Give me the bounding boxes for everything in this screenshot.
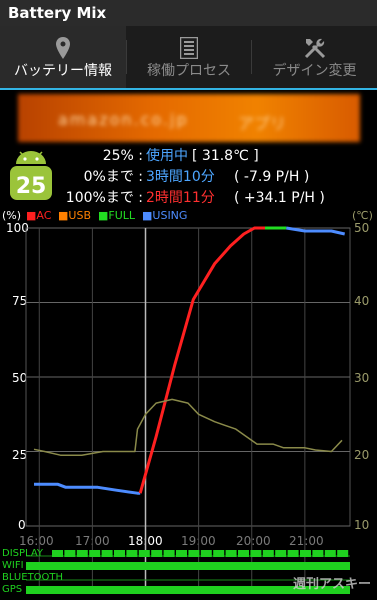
y-tick-right: 20 [354, 448, 370, 462]
status-bar-segment [52, 550, 63, 557]
series-line-using [34, 482, 141, 495]
x-tick: 19:00 [181, 534, 216, 548]
y-tick-right: 50 [354, 221, 370, 235]
tab-process[interactable]: 稼働プロセス [127, 26, 251, 88]
series-line-ac [138, 226, 265, 494]
status-bar-segment [300, 550, 311, 557]
y-tick-left: 50 [12, 371, 28, 385]
chart-frame [25, 227, 351, 527]
y-tick-left: 100 [6, 221, 29, 235]
full-time: 2時間11分 [146, 190, 215, 206]
y-tick-right: 30 [354, 371, 370, 385]
battery-status: 使用中 [146, 148, 188, 164]
legend-full: ■FULL [98, 209, 136, 222]
empty-rate: ( -7.9 P/H ) [234, 169, 310, 185]
x-tick: 20:00 [236, 534, 271, 548]
series-line-temperature [33, 398, 343, 456]
x-tick: 16:00 [19, 534, 54, 548]
status-bar-segment [76, 550, 88, 557]
process-list-icon [180, 37, 198, 59]
status-bar-segment [287, 550, 299, 557]
location-pin-icon [56, 37, 70, 59]
status-bar-segment [163, 550, 175, 557]
tab-battery-info[interactable]: バッテリー情報 [0, 26, 126, 88]
legend-using: ■USING [142, 209, 188, 222]
status-bar-segment [238, 550, 249, 557]
x-tick: 18:00 [128, 534, 163, 548]
chart-legend: (%) ■AC ■USB ■FULL ■USING (℃) [0, 208, 377, 224]
tab-label: 稼働プロセス [147, 63, 231, 79]
status-bar-segment [126, 550, 138, 557]
battery-chart [25, 226, 351, 594]
status-label-display: DISPLAY [2, 548, 44, 559]
app-titlebar: Battery Mix [0, 0, 377, 26]
legend-ac: ■AC [26, 209, 52, 222]
tools-icon [304, 38, 325, 59]
empty-time: 3時間10分 [146, 169, 215, 185]
status-label-wifi: WIFI [2, 560, 24, 571]
status-label-bluetooth: BLUETOOTH [2, 572, 64, 583]
y-tick-left: 75 [12, 294, 28, 308]
y-tick-left: 0 [18, 518, 26, 532]
status-bar-segment [114, 550, 125, 557]
series-line-using [286, 226, 346, 236]
status-bar-segment [225, 550, 237, 557]
status-bar-segment [101, 550, 113, 557]
status-bar-segment [275, 550, 287, 557]
percent-label: 25% : [102, 148, 143, 164]
status-bar-segment [312, 550, 324, 557]
status-bar-segment [324, 550, 336, 557]
status-bar-segment [89, 550, 101, 557]
status-bar-segment [64, 550, 76, 557]
x-tick: 21:00 [289, 534, 324, 548]
status-bar-segment [138, 550, 150, 557]
empty-label: 0%まで : [83, 169, 143, 185]
tab-design[interactable]: デザイン変更 [252, 26, 377, 88]
status-bar-segment [176, 550, 187, 557]
tab-label: バッテリー情報 [14, 63, 112, 79]
y-tick-right: 40 [354, 294, 370, 308]
status-bar-segment [250, 550, 262, 557]
status-bar [26, 562, 350, 570]
battery-info: 25% : 使用中 [ 31.8℃ ] 0%まで : 3時間10分 ( -7.9… [0, 146, 377, 209]
app-title: Battery Mix [8, 4, 107, 22]
x-tick: 17:00 [75, 534, 110, 548]
status-bar-segment [200, 550, 212, 557]
status-bar-segment [337, 550, 349, 557]
y-tick-left: 25 [12, 448, 28, 462]
legend-usb: ■USB [58, 209, 91, 222]
full-rate: ( +34.1 P/H ) [234, 190, 325, 206]
full-label: 100%まで : [65, 190, 143, 206]
watermark-logo: 週刊アスキー [292, 577, 371, 592]
status-bar-segment [151, 550, 163, 557]
status-bar-segment [213, 550, 225, 557]
status-bar-segment [262, 550, 274, 557]
tab-label: デザイン変更 [272, 63, 357, 79]
status-bar-segment [188, 550, 200, 557]
ad-banner[interactable]: amazon.co.jp アプリ [18, 94, 360, 142]
tab-bar: バッテリー情報 稼働プロセス デザイン変更 [0, 26, 377, 90]
y-tick-right: 10 [354, 518, 370, 532]
status-label-gps: GPS [2, 584, 23, 595]
battery-temperature: [ 31.8℃ ] [192, 148, 259, 164]
